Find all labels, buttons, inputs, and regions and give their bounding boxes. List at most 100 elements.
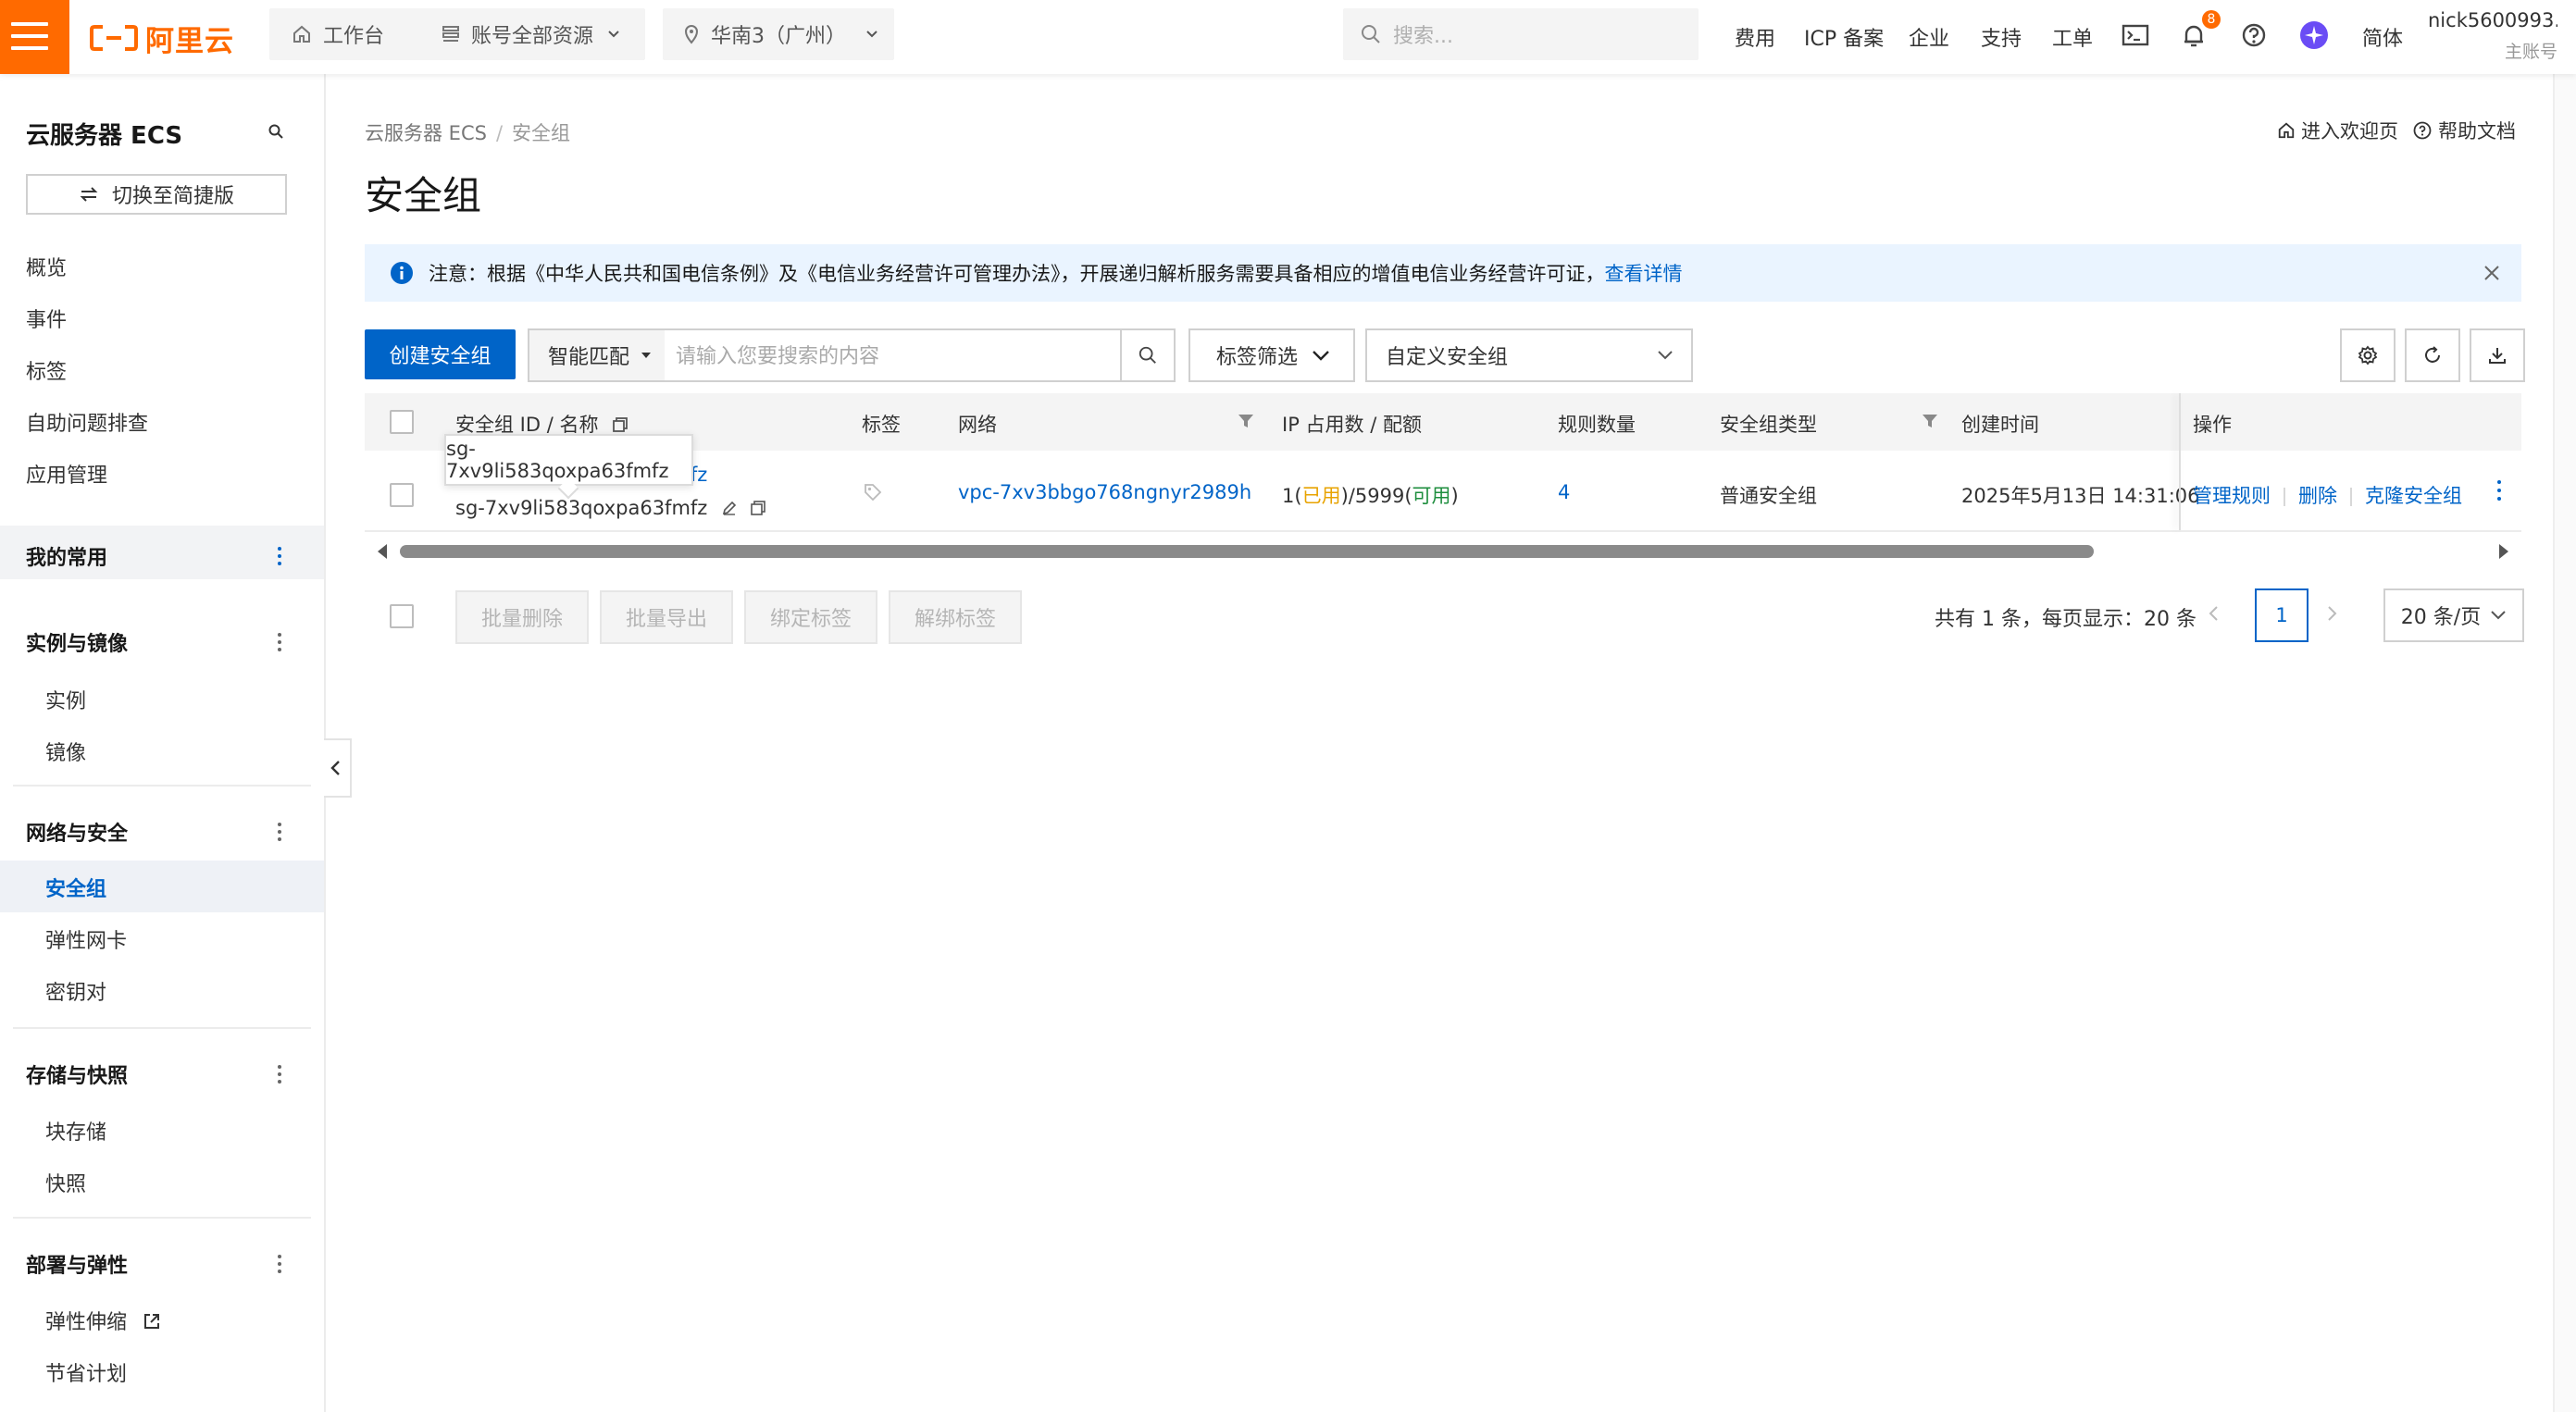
batch-export-button[interactable]: 批量导出 xyxy=(600,590,733,644)
sidebar-item-block-storage[interactable]: 块存储 xyxy=(45,1116,106,1146)
group-instances-images[interactable]: 实例与镜像 xyxy=(26,627,128,657)
search-icon xyxy=(1139,346,1156,364)
select-all-bottom-checkbox[interactable] xyxy=(390,604,414,628)
ip-used-label: 已用 xyxy=(1301,485,1341,507)
info-icon xyxy=(391,262,413,284)
resources-label: 账号全部资源 xyxy=(471,25,594,48)
download-button[interactable] xyxy=(2470,328,2525,382)
more-actions-icon[interactable] xyxy=(2495,478,2503,501)
security-group-search-input[interactable] xyxy=(665,330,1120,382)
row-checkbox[interactable] xyxy=(390,483,414,507)
group-network-security[interactable]: 网络与安全 xyxy=(26,817,128,847)
ai-assistant-icon[interactable] xyxy=(2298,19,2330,51)
group-deploy-more-icon[interactable] xyxy=(276,1253,283,1275)
sidebar-item-keypair[interactable]: 密钥对 xyxy=(45,976,106,1006)
enterprise-link[interactable]: 企业 xyxy=(1909,22,1949,52)
search-submit-button[interactable] xyxy=(1120,330,1174,380)
resources-dropdown[interactable]: 账号全部资源 xyxy=(423,8,645,60)
bind-tag-button[interactable]: 绑定标签 xyxy=(744,590,877,644)
filter-icon[interactable] xyxy=(1237,412,1255,430)
region-dropdown[interactable]: 华南3（广州） xyxy=(663,8,894,60)
delete-link[interactable]: 删除 xyxy=(2298,485,2337,507)
rule-count-link[interactable]: 4 xyxy=(1558,481,1570,503)
icp-link[interactable]: ICP 备案 xyxy=(1804,22,1884,52)
terminal-icon[interactable] xyxy=(2120,19,2151,51)
help-docs-link[interactable]: 帮助文档 xyxy=(2412,117,2516,144)
group-instances-more-icon[interactable] xyxy=(276,631,283,653)
create-security-group-button[interactable]: 创建安全组 xyxy=(365,329,516,379)
favorites-label: 我的常用 xyxy=(26,547,108,570)
workbench-button[interactable]: 工作台 xyxy=(269,8,427,60)
copy-icon[interactable] xyxy=(612,416,628,433)
filter-icon[interactable] xyxy=(1921,412,1939,430)
help-circle-icon[interactable] xyxy=(2238,19,2270,51)
close-icon[interactable] xyxy=(2483,264,2501,282)
auto-scaling-label: 弹性伸缩 xyxy=(45,1311,128,1334)
language-switch[interactable]: 简体 xyxy=(2362,22,2403,52)
prev-page-icon[interactable] xyxy=(2207,604,2221,623)
next-page-icon[interactable] xyxy=(2324,604,2339,623)
manage-rules-link[interactable]: 管理规则 xyxy=(2193,485,2271,507)
unbind-tag-button[interactable]: 解绑标签 xyxy=(889,590,1022,644)
sidebar-collapse-button[interactable] xyxy=(324,738,352,798)
custom-security-group-select[interactable]: 自定义安全组 xyxy=(1365,328,1693,382)
page-size-select[interactable]: 20 条/页 xyxy=(2383,588,2524,642)
select-all-checkbox[interactable] xyxy=(390,410,414,434)
hamburger-menu-button[interactable] xyxy=(0,0,69,74)
sidebar-item-app-management[interactable]: 应用管理 xyxy=(26,459,107,489)
group-network-more-icon[interactable] xyxy=(276,821,283,843)
batch-delete-button[interactable]: 批量删除 xyxy=(455,590,589,644)
match-mode-select[interactable]: 智能匹配 xyxy=(529,330,665,380)
sidebar-item-events[interactable]: 事件 xyxy=(26,303,67,333)
group-deploy-elastic[interactable]: 部署与弹性 xyxy=(26,1249,128,1279)
home-icon xyxy=(293,25,310,43)
sidebar-item-security-group[interactable]: 安全组 xyxy=(45,873,106,902)
support-link[interactable]: 支持 xyxy=(1981,22,2022,52)
aliyun-logo[interactable]: 阿里云 xyxy=(90,19,234,58)
group-storage-snapshot[interactable]: 存储与快照 xyxy=(26,1059,128,1089)
welcome-page-link[interactable]: 进入欢迎页 xyxy=(2277,117,2398,144)
horizontal-scrollbar[interactable] xyxy=(365,539,2521,560)
chevron-left-icon xyxy=(330,761,340,775)
tag-icon[interactable] xyxy=(863,482,883,502)
sg-name-text: sg-7xv9li583qoxpa63fmfz xyxy=(455,497,708,519)
sidebar-item-images[interactable]: 镜像 xyxy=(45,737,86,766)
sidebar-item-tags[interactable]: 标签 xyxy=(26,355,67,385)
column-network: 网络 xyxy=(958,414,997,436)
billing-link[interactable]: 费用 xyxy=(1735,22,1775,52)
scrollbar-thumb[interactable] xyxy=(400,545,2094,558)
ticket-link[interactable]: 工单 xyxy=(2052,22,2093,52)
favorites-more-icon[interactable] xyxy=(276,545,283,567)
help-docs-label: 帮助文档 xyxy=(2438,120,2516,142)
sidebar-item-savings-plan[interactable]: 节省计划 xyxy=(45,1357,127,1387)
user-name[interactable]: nick5600993... xyxy=(2428,9,2557,31)
clone-sg-link[interactable]: 克隆安全组 xyxy=(2365,485,2462,507)
page-number-1[interactable]: 1 xyxy=(2255,588,2308,642)
column-ip-quota: IP 占用数 / 配额 xyxy=(1282,414,1422,436)
sidebar-item-snapshot[interactable]: 快照 xyxy=(45,1168,86,1197)
copy-icon[interactable] xyxy=(750,500,766,516)
edit-icon[interactable] xyxy=(721,500,738,516)
scroll-right-arrow-icon[interactable] xyxy=(2497,543,2510,560)
settings-button[interactable] xyxy=(2340,328,2396,382)
ip-used: 1 xyxy=(1282,485,1295,507)
match-mode-label: 智能匹配 xyxy=(548,346,630,369)
sidebar-item-overview[interactable]: 概览 xyxy=(26,252,67,281)
group-storage-more-icon[interactable] xyxy=(276,1063,283,1085)
sidebar-item-auto-scaling[interactable]: 弹性伸缩 xyxy=(45,1306,161,1335)
sidebar-item-eni[interactable]: 弹性网卡 xyxy=(45,924,127,954)
vpc-link[interactable]: vpc-7xv3bbgo768ngnyr2989h xyxy=(958,481,1251,503)
tag-filter-dropdown[interactable]: 标签筛选 xyxy=(1188,328,1355,382)
sidebar-item-instances[interactable]: 实例 xyxy=(45,685,86,714)
sidebar-item-troubleshoot[interactable]: 自助问题排查 xyxy=(26,407,148,437)
refresh-button[interactable] xyxy=(2405,328,2460,382)
global-search-box[interactable]: 搜索... xyxy=(1343,8,1699,60)
user-role: 主账号 xyxy=(2504,42,2557,62)
switch-simple-mode-button[interactable]: 切换至简捷版 xyxy=(26,174,287,215)
sg-name: sg-7xv9li583qoxpa63fmfz xyxy=(455,497,766,519)
notice-details-link[interactable]: 查看详情 xyxy=(1605,259,1683,287)
breadcrumb-root[interactable]: 云服务器 ECS xyxy=(365,122,487,144)
sidebar-search-icon[interactable] xyxy=(268,123,284,140)
scroll-left-arrow-icon[interactable] xyxy=(376,543,389,560)
sidebar: 云服务器 ECS 切换至简捷版 概览 事件 标签 自助问题排查 应用管理 我的常… xyxy=(0,74,326,1412)
